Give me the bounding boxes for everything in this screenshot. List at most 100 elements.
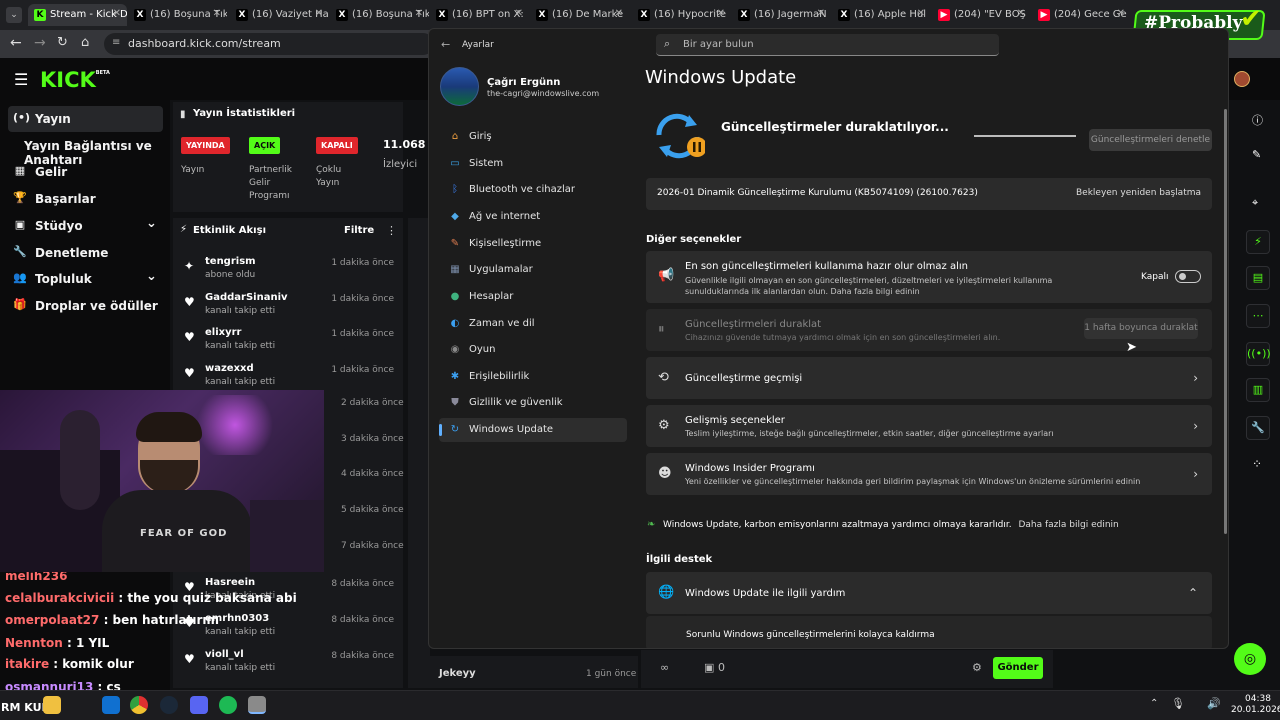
url-field[interactable]: ≡ dashboard.kick.com/stream [104,33,434,55]
tab-close-icon[interactable]: ✕ [717,8,725,19]
tab-close-icon[interactable]: ✕ [615,8,623,19]
mic-icon[interactable]: 🎙 [1171,697,1185,710]
right-tool-icon[interactable]: ((•)) [1246,342,1271,366]
menu-icon[interactable]: ☰ [14,70,28,89]
browser-tab[interactable]: X (16) Vaziyet Ha ✕ [230,4,329,26]
kick-logo[interactable]: KICKBETA [40,68,110,92]
account-avatar[interactable] [440,67,479,106]
home-icon[interactable]: ⌂ [81,35,89,50]
chevron-down-icon[interactable]: ⌄ [146,216,157,231]
chevron-down-icon[interactable]: ⌄ [146,269,157,284]
right-top-info-icon[interactable]: ⓘ [1252,112,1263,128]
chat-gift-icon[interactable]: ▣ [704,661,714,674]
browser-tab[interactable]: K Stream - Kick D ✕ [28,4,127,26]
check-updates-button[interactable]: Güncelleştirmeleri denetle [1089,129,1212,151]
right-edit-icon[interactable]: ✎ [1252,148,1261,161]
chat-user[interactable]: omerpolaat27 [5,613,99,627]
browser-tab[interactable]: X (16) Boşuna Tık ✕ [128,4,227,26]
settings-nav-item[interactable]: ᛒ Bluetooth ve cihazlar [439,178,627,202]
help-link[interactable]: Sorunlu Windows güncelleştirmelerini kol… [686,630,935,640]
chat-settings-icon[interactable]: ⚙ [972,661,982,674]
tab-close-icon[interactable]: ✕ [917,8,925,19]
file-explorer-icon[interactable] [43,696,61,714]
settings-nav-item[interactable]: ✱ Erişilebilirlik [439,365,627,389]
advanced-options-card[interactable]: ⚙ Gelişmiş seçenekler Teslim iyileştirme… [646,405,1212,447]
browser-tab[interactable]: X (16) De Marke ✕ [530,4,629,26]
settings-nav-item[interactable]: ● Hesaplar [439,285,627,309]
settings-back-icon[interactable]: ← [441,38,450,51]
tray-chevron-icon[interactable]: ⌃ [1150,698,1158,709]
browser-tab[interactable]: ▶ (204) "EV BOŞ ✕ [932,4,1031,26]
right-tool-icon[interactable]: ⚡ [1246,230,1270,254]
chat-user[interactable]: celalburakcivicii [5,591,114,605]
right-bottom-icon[interactable]: ⁘ [1252,457,1262,471]
chat-infinity-icon[interactable]: ∞ [660,661,669,674]
update-history-card[interactable]: ⟲ Güncelleştirme geçmişi › [646,357,1212,399]
spotify-icon[interactable] [219,696,237,714]
headset-icon[interactable]: ◎ [1234,643,1266,675]
chevron-up-icon[interactable]: ⌃ [1188,586,1198,600]
outlook-icon[interactable] [102,696,120,714]
right-target-icon[interactable]: ⌖ [1252,196,1258,210]
steam-icon[interactable] [160,696,178,714]
settings-nav-item[interactable]: ◆ Ağ ve internet [439,205,627,229]
tab-close-icon[interactable]: ✕ [1117,8,1125,19]
settings-search[interactable]: ⌕ Bir ayar bulun [656,34,999,56]
filter-button[interactable]: Filtre [344,225,374,236]
settings-nav-item[interactable]: ⛊ Gizlilik ve güvenlik [439,391,627,415]
settings-nav-item[interactable]: ↻ Windows Update [439,418,627,442]
browser-tab[interactable]: X (16) BPT on X: ✕ [430,4,529,26]
settings-nav-item[interactable]: ⌂ Giriş [439,125,627,149]
tab-close-icon[interactable]: ✕ [817,8,825,19]
right-tool-icon[interactable]: ▤ [1246,266,1270,290]
insider-program-card[interactable]: ☻ Windows Insider Programı Yeni özellikl… [646,453,1212,495]
more-options-icon[interactable]: ⋮ [386,224,397,237]
settings-taskbar-icon[interactable] [248,696,266,714]
discord-icon[interactable] [190,696,208,714]
tab-search-button[interactable]: ⌄ [6,7,22,23]
kick-nav-item[interactable]: 🔧 Denetleme [8,240,163,266]
carbon-link[interactable]: Daha fazla bilgi edinin [1018,520,1118,530]
settings-nav-item[interactable]: ▦ Uygulamalar [439,258,627,282]
kick-nav-item[interactable]: ▣ Stüdyo ⌄ [8,213,163,239]
settings-nav-item[interactable]: ◐ Zaman ve dil [439,312,627,336]
latest-updates-card[interactable]: 📢 En son güncelleştirmeleri kullanıma ha… [646,251,1212,303]
kick-nav-item[interactable]: 👥 Topluluk ⌄ [8,266,163,292]
browser-tab[interactable]: X (16) Apple Hul ✕ [832,4,931,26]
right-tool-icon[interactable]: ▥ [1246,378,1270,402]
browser-tab[interactable]: X (16) Hypocrite ✕ [632,4,731,26]
settings-nav-item[interactable]: ▭ Sistem [439,152,627,176]
tab-close-icon[interactable]: ✕ [315,8,323,19]
tab-close-icon[interactable]: ✕ [515,8,523,19]
help-card[interactable]: 🌐 Windows Update ile ilgili yardım ⌃ [646,572,1212,614]
chat-user[interactable]: Nennton [5,636,63,650]
settings-nav-item[interactable]: ◉ Oyun [439,338,627,362]
kick-nav-item[interactable]: Yayın Bağlantısı ve Anahtarı [8,133,163,167]
forward-icon[interactable]: → [34,35,46,51]
back-icon[interactable]: ← [10,35,22,51]
kick-nav-item[interactable]: (•) Yayın [8,106,163,132]
browser-tab[interactable]: ▶ (204) Gece Ge ✕ [1032,4,1131,26]
send-button[interactable]: Gönder [993,657,1043,679]
volume-icon[interactable]: 🔊 [1207,697,1221,710]
browser-tab[interactable]: X (16) JagermaN ✕ [732,4,831,26]
pause-week-button[interactable]: 1 hafta boyunca duraklat [1084,318,1198,339]
right-tool-icon[interactable]: 🔧 [1246,416,1270,440]
settings-nav-item[interactable]: ✎ Kişiselleştirme [439,232,627,256]
profile-avatar[interactable] [1234,71,1250,87]
right-tool-icon[interactable]: ⋯ [1246,304,1270,328]
reload-icon[interactable]: ↻ [57,35,68,50]
tab-close-icon[interactable]: ✕ [1017,8,1025,19]
latest-updates-toggle[interactable] [1175,270,1201,283]
kick-nav-item[interactable]: ▦ Gelir [8,159,163,185]
kick-nav-item[interactable]: 🎁 Droplar ve ödüller [8,293,163,319]
settings-scrollbar[interactable] [1224,109,1227,534]
site-info-icon[interactable]: ≡ [112,37,120,48]
tab-close-icon[interactable]: ✕ [213,8,221,19]
tab-close-icon[interactable]: ✕ [113,8,121,19]
kick-nav-item[interactable]: 🏆 Başarılar [8,186,163,212]
chrome-icon[interactable] [130,696,148,714]
browser-tab[interactable]: X (16) Boşuna Tık ✕ [330,4,429,26]
chat-user[interactable]: itakire [5,657,49,671]
tab-close-icon[interactable]: ✕ [415,8,423,19]
